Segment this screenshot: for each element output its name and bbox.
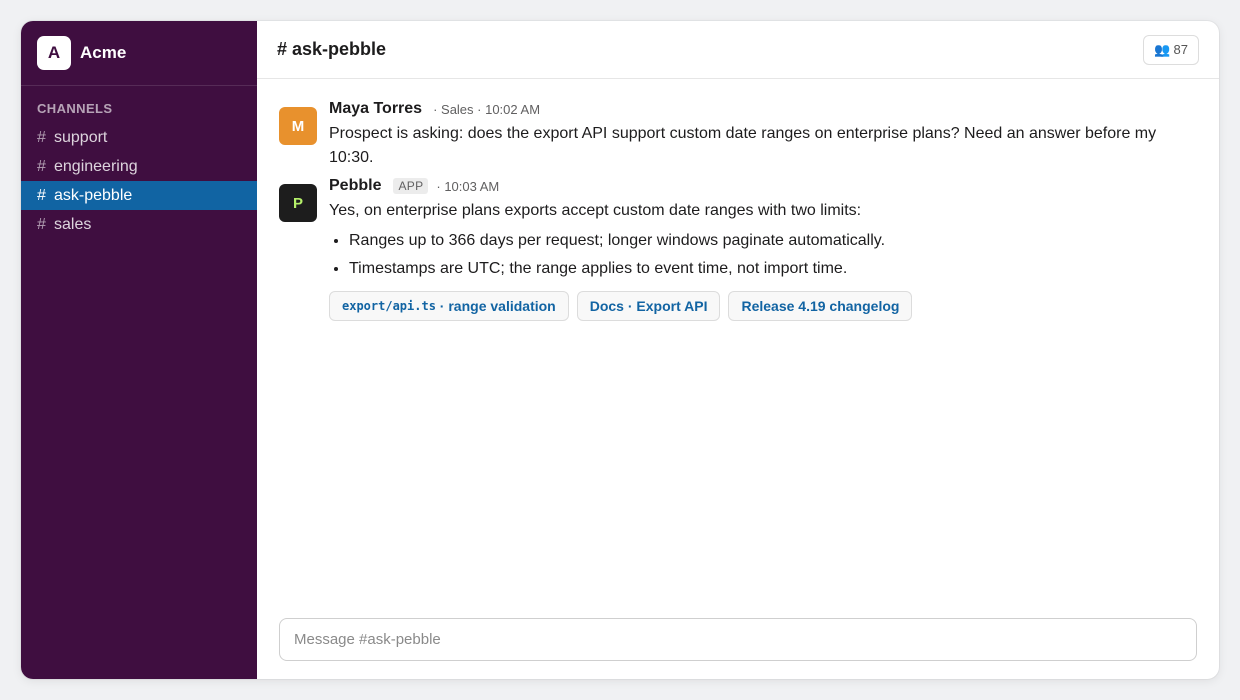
sidebar-item-sales[interactable]: # sales	[21, 210, 257, 239]
sidebar-item-engineering[interactable]: # engineering	[21, 152, 257, 181]
sidebar-item-ask-pebble[interactable]: # ask-pebble	[21, 181, 257, 210]
chip-label: Docs · Export API	[589, 298, 708, 314]
members-button[interactable]: 👥 87	[1143, 34, 1199, 65]
channel-title[interactable]: # ask-pebble	[277, 39, 386, 60]
list-item: Ranges up to 366 days per request; longe…	[349, 229, 1197, 253]
channel-header: # ask-pebble 👥 87	[257, 21, 1219, 79]
source-chips: export/api.ts · range validation Docs · …	[329, 291, 1197, 321]
author-name[interactable]: Pebble	[329, 177, 381, 195]
channel-label: ask-pebble	[54, 186, 133, 204]
message-maya: M Maya Torres · Sales · 10:02 AM Prospec…	[279, 100, 1197, 170]
app-window: A Acme CHANNELS # support # engineering …	[21, 21, 1219, 679]
message-meta: Pebble APP · 10:03 AM	[329, 176, 1197, 196]
sidebar: A Acme CHANNELS # support # engineering …	[21, 21, 257, 679]
hash-icon: #	[37, 215, 46, 233]
sidebar-item-support[interactable]: # support	[21, 123, 257, 152]
hash-icon: #	[37, 186, 46, 204]
message-meta: Maya Torres · Sales · 10:02 AM	[329, 99, 1197, 119]
main-pane: # ask-pebble 👥 87 M Maya Torres · Sales …	[257, 21, 1219, 679]
channel-label: sales	[54, 215, 92, 233]
channel-label: engineering	[54, 157, 138, 175]
message-body: Pebble APP · 10:03 AM Yes, on enterprise…	[329, 177, 1197, 321]
message-body: Maya Torres · Sales · 10:02 AM Prospect …	[329, 100, 1197, 170]
chip-label: Release 4.19 changelog	[741, 298, 900, 314]
message-list: M Maya Torres · Sales · 10:02 AM Prospec…	[257, 79, 1219, 679]
members-count: 87	[1173, 42, 1188, 57]
avatar[interactable]: P	[279, 184, 317, 222]
message-pebble: P Pebble APP · 10:03 AM Yes, on enterpri…	[279, 177, 1197, 321]
source-chip-docs[interactable]: Docs · Export API	[576, 291, 721, 321]
people-icon: 👥	[1154, 41, 1171, 57]
source-chip-changelog[interactable]: Release 4.19 changelog	[728, 291, 913, 321]
channel-label: support	[54, 128, 108, 146]
workspace-name: Acme	[80, 43, 127, 62]
author-role-time: · Sales · 10:02 AM	[433, 101, 541, 117]
author-name[interactable]: Maya Torres	[329, 100, 422, 118]
message-text: Prospect is asking: does the export API …	[329, 125, 1157, 166]
bullet-list: Ranges up to 366 days per request; longe…	[329, 229, 1197, 281]
message-text: Yes, on enterprise plans exports accept …	[329, 202, 862, 219]
chip-code: export/api.ts	[342, 299, 436, 313]
workspace-header[interactable]: A Acme	[21, 21, 257, 86]
hash-icon: #	[37, 128, 46, 146]
channel-list: # support # engineering # ask-pebble # s…	[21, 123, 257, 239]
hash-icon: #	[37, 157, 46, 175]
source-chip-export-api-ts[interactable]: export/api.ts · range validation	[329, 291, 569, 321]
app-badge: APP	[393, 178, 429, 194]
message-time[interactable]: · 10:03 AM	[436, 179, 499, 194]
message-input[interactable]	[279, 618, 1197, 661]
channels-section-label: CHANNELS	[37, 101, 113, 116]
avatar[interactable]: M	[279, 107, 317, 145]
workspace-logo: A	[37, 36, 71, 70]
composer	[279, 618, 1197, 661]
chip-label: · range validation	[435, 298, 556, 314]
list-item: Timestamps are UTC; the range applies to…	[349, 257, 1197, 281]
